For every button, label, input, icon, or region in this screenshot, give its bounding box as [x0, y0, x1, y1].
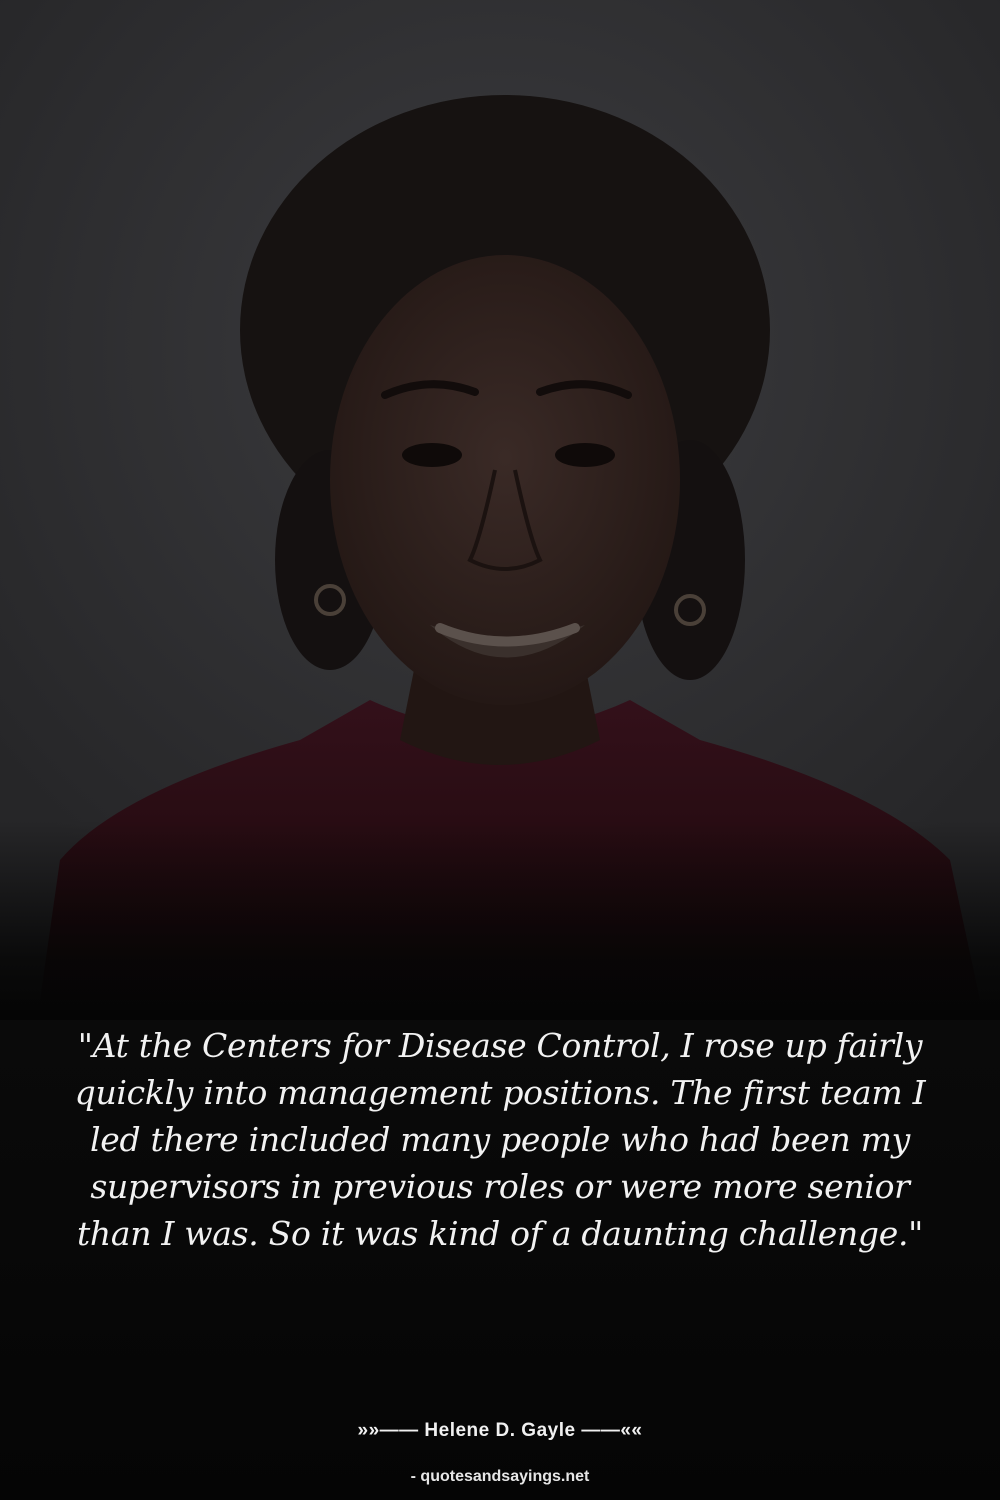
photo-fade-overlay [0, 820, 1000, 1020]
quote-author: »»—— Helene D. Gayle ——«« [357, 1420, 643, 1441]
quote-text: "At the Centers for Disease Control, I r… [74, 1026, 926, 1253]
quote-poster: "At the Centers for Disease Control, I r… [0, 0, 1000, 1500]
source-watermark: - quotesandsayings.net [410, 1468, 590, 1485]
quote-block: "At the Centers for Disease Control, I r… [50, 1022, 950, 1257]
